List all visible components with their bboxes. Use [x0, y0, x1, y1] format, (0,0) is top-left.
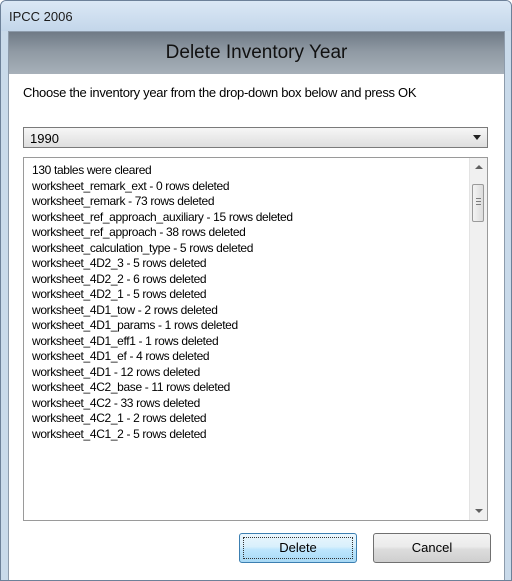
dialog-window: IPCC 2006 Delete Inventory Year Choose t…: [0, 0, 512, 581]
log-line: worksheet_4D2_1 - 5 rows deleted: [32, 287, 207, 301]
log-line: worksheet_4C1_2 - 5 rows deleted: [32, 426, 207, 441]
log-lines: 130 tables were cleared worksheet_remark_…: [32, 163, 293, 442]
dialog-heading: Delete Inventory Year: [165, 42, 348, 63]
log-line: 130 tables were cleared: [32, 163, 152, 177]
log-line: worksheet_4D1_eff1 - 1 rows deleted: [32, 333, 219, 348]
log-line: worksheet_4C2_base - 11 rows deleted: [32, 380, 230, 394]
scroll-down-arrow-icon[interactable]: [475, 509, 483, 513]
log-line: worksheet_4D1 - 12 rows deleted: [32, 364, 200, 379]
log-line: worksheet_4D1_params - 1 rows deleted: [32, 318, 238, 332]
inventory-year-dropdown[interactable]: 1990: [23, 127, 488, 148]
log-line: worksheet_ref_approach - 38 rows deleted: [32, 225, 246, 239]
vertical-scrollbar[interactable]: [469, 158, 487, 520]
log-line: worksheet_remark_ext - 0 rows deleted: [32, 178, 230, 193]
delete-button[interactable]: Delete: [239, 533, 357, 563]
grip-line: [476, 204, 481, 205]
log-line: worksheet_4D1_tow - 2 rows deleted: [32, 302, 218, 317]
log-line: worksheet_ref_approach_auxiliary - 15 ro…: [32, 209, 293, 224]
instruction-text: Choose the inventory year from the drop-…: [23, 85, 417, 100]
deletion-log-listbox[interactable]: 130 tables were cleared worksheet_remark_…: [23, 157, 488, 521]
title-bar[interactable]: IPCC 2006: [1, 1, 511, 31]
selected-year: 1990: [30, 131, 59, 146]
cancel-button[interactable]: Cancel: [373, 533, 491, 563]
log-line: worksheet_4D2_2 - 6 rows deleted: [32, 271, 207, 286]
log-line: worksheet_remark - 73 rows deleted: [32, 194, 215, 208]
cancel-button-label: Cancel: [411, 540, 453, 555]
log-line: worksheet_4C2_1 - 2 rows deleted: [32, 411, 207, 425]
grip-line: [476, 198, 481, 199]
window-title: IPCC 2006: [9, 9, 73, 24]
log-line: worksheet_4D1_ef - 4 rows deleted: [32, 349, 210, 363]
dialog-header: Delete Inventory Year: [9, 32, 504, 74]
log-line: worksheet_4D2_3 - 5 rows deleted: [32, 256, 207, 270]
chevron-down-icon[interactable]: [473, 135, 481, 140]
log-line: worksheet_calculation_type - 5 rows dele…: [32, 240, 254, 255]
delete-button-label: Delete: [279, 540, 317, 555]
grip-line: [476, 201, 481, 202]
scrollbar-thumb[interactable]: [472, 184, 484, 222]
scroll-up-arrow-icon[interactable]: [475, 165, 483, 169]
log-line: worksheet_4C2 - 33 rows deleted: [32, 395, 200, 410]
